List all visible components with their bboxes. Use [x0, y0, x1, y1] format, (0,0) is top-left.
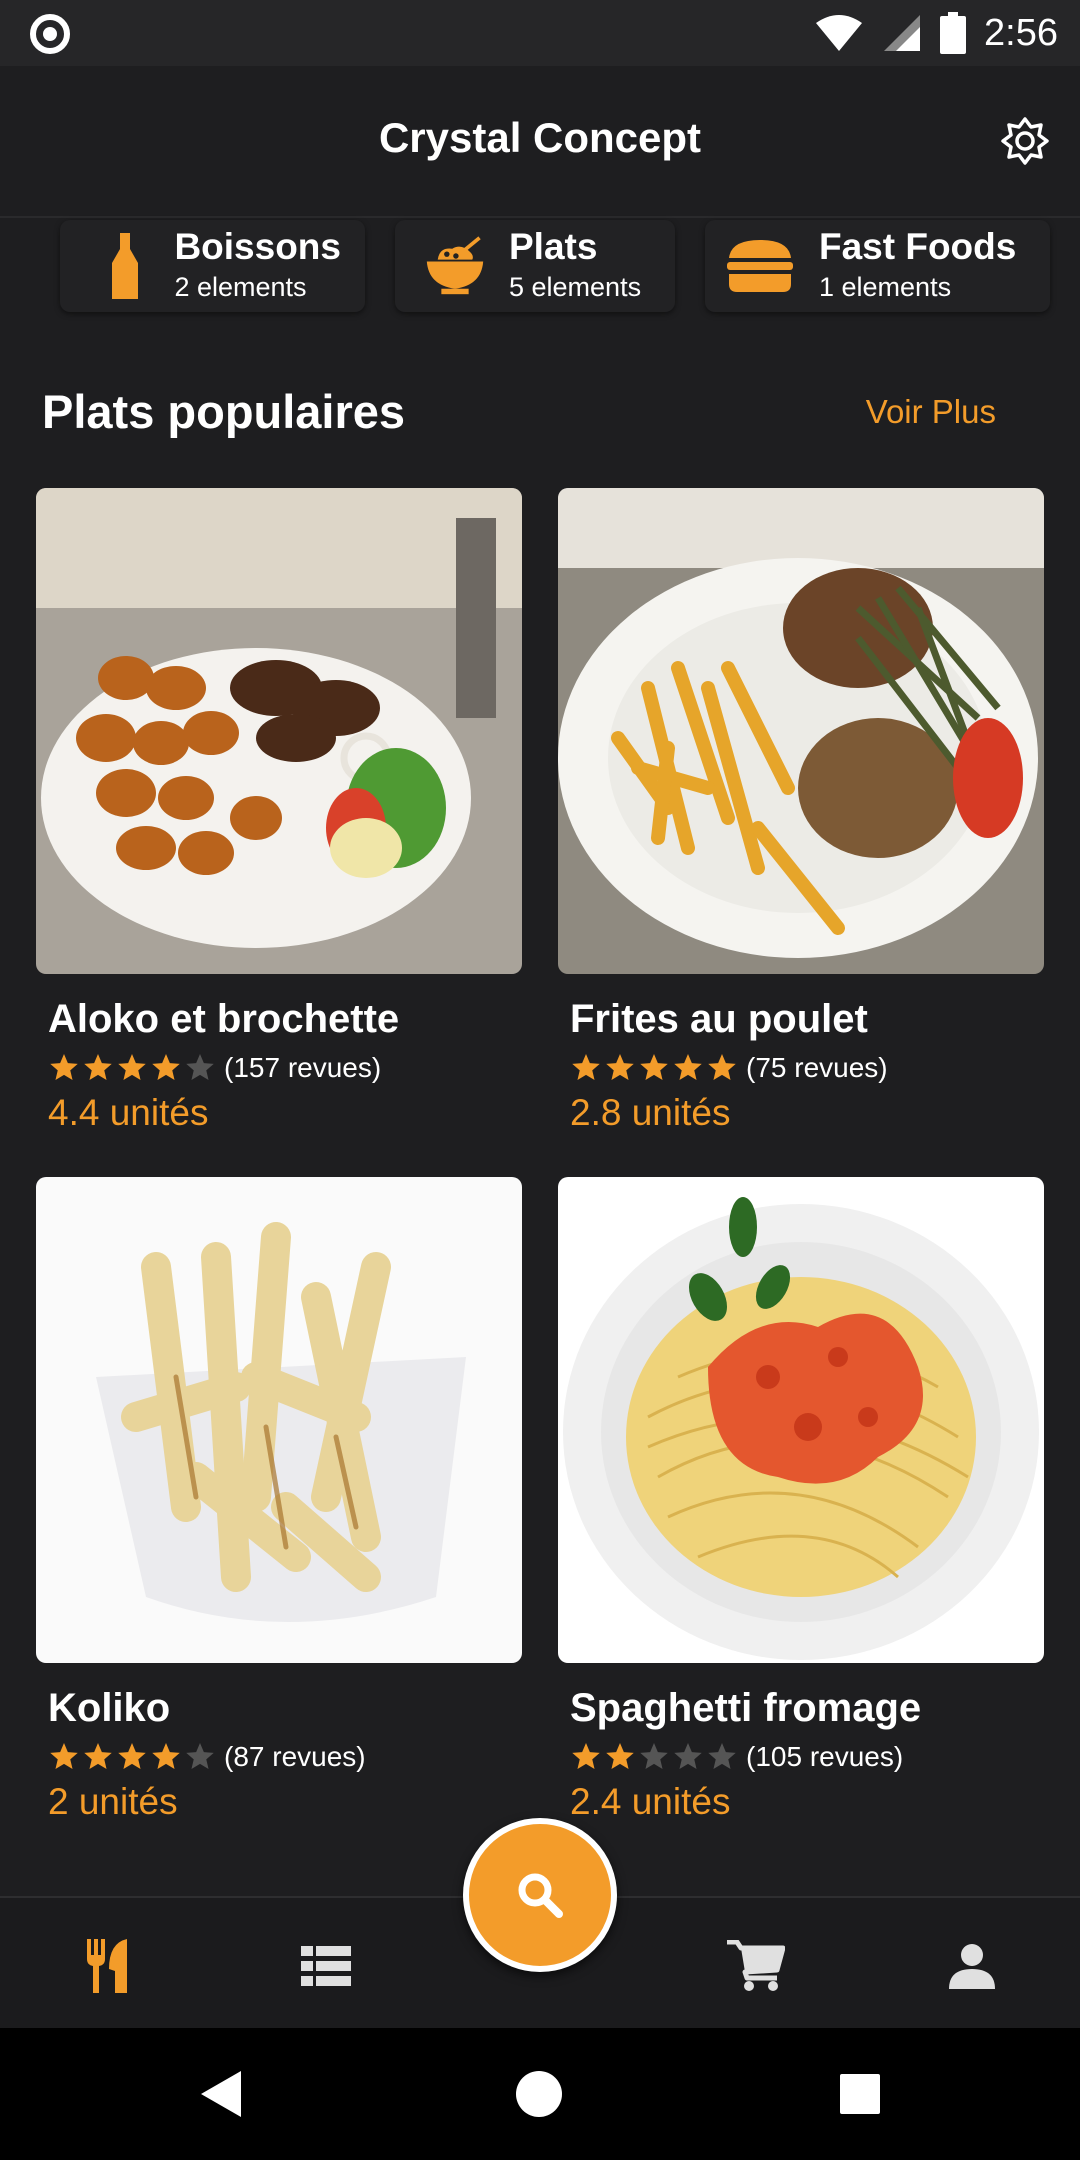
star-filled-icon	[50, 1743, 78, 1769]
product-name: Koliko	[48, 1686, 171, 1730]
nav-profile[interactable]	[940, 1934, 1004, 1998]
search-button[interactable]	[463, 1818, 617, 1972]
product-image	[36, 488, 522, 974]
product-image	[558, 488, 1044, 974]
product-name: Frites au poulet	[570, 997, 868, 1041]
home-icon	[516, 2071, 562, 2117]
review-count: (157 revues)	[224, 1052, 382, 1083]
user-icon	[949, 1944, 995, 1989]
nav-list[interactable]	[294, 1934, 358, 1998]
star-empty-icon	[708, 1743, 736, 1769]
category-plats[interactable]: Plats 5 elements	[395, 220, 675, 312]
product-price: 2 unités	[48, 1781, 178, 1822]
rating: (105 revues)	[570, 1737, 1044, 1777]
star-filled-icon	[152, 1743, 180, 1769]
battery-icon	[940, 12, 967, 54]
product-name: Aloko et brochette	[48, 997, 400, 1041]
back-icon	[201, 2071, 241, 2117]
star-filled-icon	[118, 1743, 146, 1769]
review-count: (87 revues)	[224, 1741, 366, 1772]
product-price: 2.8 unités	[570, 1092, 731, 1133]
star-filled-icon	[50, 1054, 78, 1080]
star-filled-icon	[572, 1054, 600, 1080]
rating: (75 revues)	[570, 1048, 1044, 1088]
product-price: 4.4 unités	[48, 1092, 209, 1133]
system-nav-bar	[0, 2028, 1080, 2160]
product-image	[36, 1177, 522, 1663]
rating: (87 revues)	[48, 1737, 522, 1777]
category-count: 1 elements	[819, 272, 952, 302]
star-filled-icon	[152, 1054, 180, 1080]
star-filled-icon	[118, 1054, 146, 1080]
star-filled-icon	[640, 1054, 668, 1080]
utensils-icon	[87, 1939, 127, 1993]
home-button[interactable]	[509, 2064, 569, 2124]
brightness-icon	[1001, 117, 1049, 165]
star-empty-icon	[640, 1743, 668, 1769]
nav-menu[interactable]	[76, 1934, 140, 1998]
category-count: 2 elements	[174, 272, 307, 302]
category-fast-foods[interactable]: Fast Foods 1 elements	[705, 220, 1050, 312]
nav-cart[interactable]	[724, 1934, 788, 1998]
star-empty-icon	[186, 1743, 214, 1769]
back-button[interactable]	[190, 2064, 250, 2124]
product-name: Spaghetti fromage	[570, 1686, 922, 1730]
bottle-icon	[100, 231, 150, 301]
app-bar: Crystal Concept	[0, 66, 1080, 218]
category-count: 5 elements	[509, 272, 642, 302]
star-empty-icon	[186, 1054, 214, 1080]
list-icon	[301, 1946, 351, 1986]
product-card[interactable]: Frites au poulet (75 revues) 2.8 unités	[558, 488, 1044, 1134]
category-boissons[interactable]: Boissons 2 elements	[60, 220, 365, 312]
rating: (157 revues)	[48, 1048, 522, 1088]
star-filled-icon	[708, 1054, 736, 1080]
category-name: Boissons	[174, 226, 341, 267]
record-icon	[30, 14, 70, 54]
status-bar: 2:56	[0, 0, 1080, 66]
see-more-link[interactable]: Voir Plus	[866, 393, 996, 431]
product-card[interactable]: Spaghetti fromage (105 revues) 2.4 unité…	[558, 1177, 1044, 1823]
brightness-button[interactable]	[1000, 116, 1050, 166]
star-empty-icon	[674, 1743, 702, 1769]
section-title: Plats populaires	[42, 385, 406, 438]
category-name: Fast Foods	[819, 226, 1017, 267]
review-count: (75 revues)	[746, 1052, 888, 1083]
wifi-icon	[816, 15, 863, 51]
category-list: Boissons 2 elements Plats 5 elements Fas…	[60, 220, 1050, 312]
bowl-icon	[425, 231, 485, 301]
star-filled-icon	[84, 1743, 112, 1769]
product-price: 2.4 unités	[570, 1781, 731, 1822]
product-image	[558, 1177, 1044, 1663]
star-filled-icon	[606, 1743, 634, 1769]
recents-button[interactable]	[830, 2064, 890, 2124]
category-name: Plats	[509, 226, 598, 267]
product-card[interactable]: Koliko (87 revues) 2 unités	[36, 1177, 522, 1823]
recents-icon	[840, 2074, 880, 2114]
search-icon	[518, 1873, 563, 1918]
burger-icon	[725, 231, 795, 301]
product-card[interactable]: Aloko et brochette (157 revues) 4.4 unit…	[36, 488, 522, 1134]
review-count: (105 revues)	[746, 1741, 904, 1772]
app-title: Crystal Concept	[378, 114, 702, 161]
star-filled-icon	[84, 1054, 112, 1080]
star-filled-icon	[674, 1054, 702, 1080]
cart-icon	[727, 1940, 785, 1991]
signal-icon	[884, 15, 921, 51]
status-time: 2:56	[984, 11, 1058, 54]
star-filled-icon	[572, 1743, 600, 1769]
status-icons: 2:56	[814, 8, 1058, 58]
star-filled-icon	[606, 1054, 634, 1080]
